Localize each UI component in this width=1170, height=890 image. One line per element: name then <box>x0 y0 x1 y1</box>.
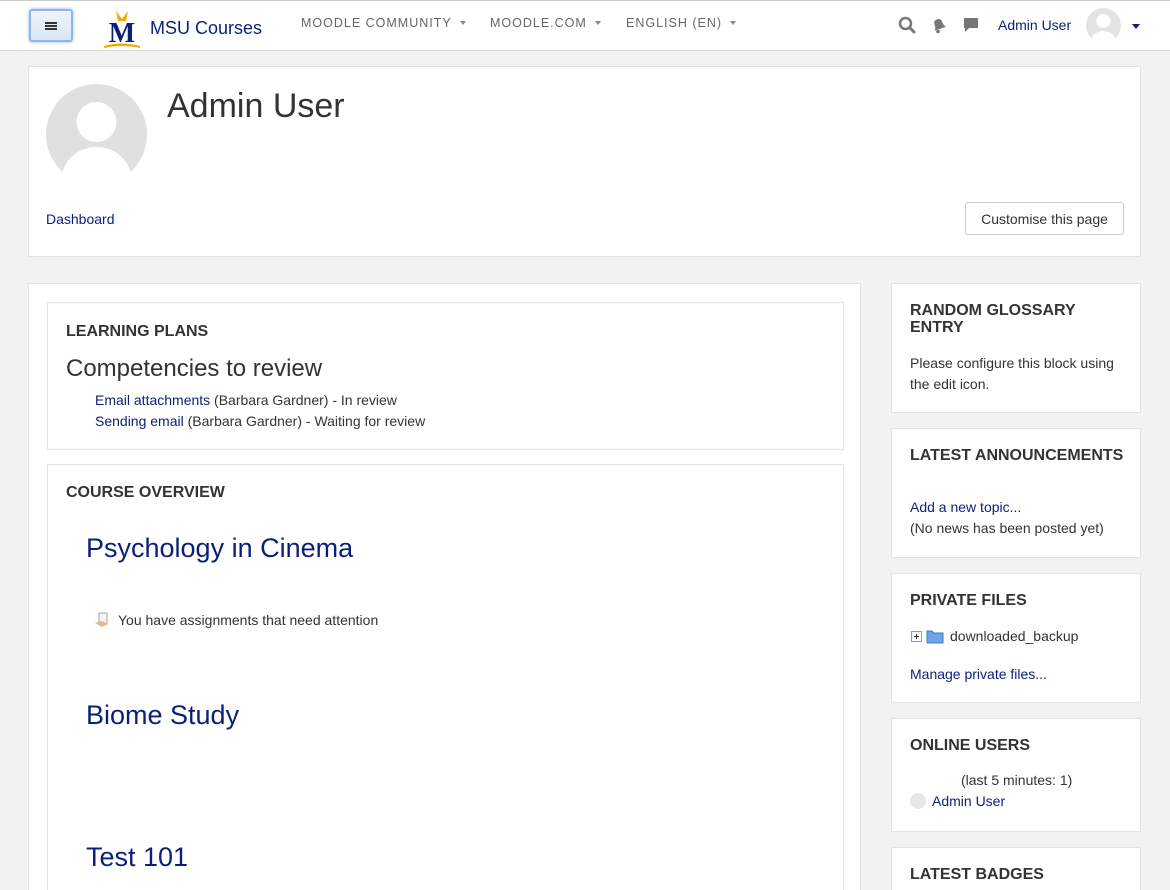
online-users-block: ONLINE USERS (last 5 minutes: 1) Admin U… <box>891 718 1141 832</box>
competencies-heading: Competencies to review <box>66 355 323 382</box>
customise-page-button[interactable]: Customise this page <box>965 202 1124 235</box>
menu-moodle-com-label: MOODLE.COM <box>490 16 587 30</box>
chevron-down-icon <box>459 21 466 25</box>
course-link[interactable]: Psychology in Cinema <box>86 533 353 564</box>
folder-expand-icon[interactable] <box>910 628 944 644</box>
user-avatar[interactable] <box>1086 8 1121 43</box>
menu-moodle-community[interactable]: MOODLE COMMUNITY <box>301 16 466 30</box>
no-news-text: (No news has been posted yet) <box>910 520 1104 536</box>
page-title: Admin User <box>167 87 345 125</box>
profile-avatar[interactable] <box>46 84 147 185</box>
nav-drawer-toggle-button[interactable] <box>29 9 73 42</box>
menu-moodle-community-label: MOODLE COMMUNITY <box>301 16 452 30</box>
messages-icon[interactable] <box>962 16 980 34</box>
course-link[interactable]: Biome Study <box>86 700 239 731</box>
chevron-down-icon <box>730 21 737 25</box>
user-menu-name[interactable]: Admin User <box>998 17 1071 33</box>
user-avatar <box>910 793 926 809</box>
default-avatar-icon <box>61 102 132 185</box>
nav-icon-group <box>898 16 980 34</box>
menu-language[interactable]: ENGLISH (EN) <box>626 16 737 30</box>
default-avatar-icon <box>1091 14 1116 43</box>
folder-name: downloaded_backup <box>950 628 1079 644</box>
main-region: LEARNING PLANS Competencies to review Em… <box>28 283 861 890</box>
menu-language-label: ENGLISH (EN) <box>626 16 723 30</box>
chevron-down-icon[interactable] <box>1132 24 1140 29</box>
competency-link[interactable]: Sending email <box>95 413 184 429</box>
assignment-icon[interactable] <box>94 611 112 629</box>
learning-plans-block: LEARNING PLANS Competencies to review Em… <box>47 302 844 450</box>
search-icon[interactable] <box>898 16 916 34</box>
online-user-link[interactable]: Admin User <box>932 793 1005 809</box>
msu-logo[interactable]: M <box>100 9 144 49</box>
competency-list: Email attachments (Barbara Gardner) - In… <box>95 390 425 432</box>
list-item: Email attachments (Barbara Gardner) - In… <box>95 390 425 411</box>
random-glossary-block: RANDOM GLOSSARY ENTRY Please configure t… <box>891 283 1141 413</box>
navbar: M MSU Courses MOODLE COMMUNITY MOODLE.CO… <box>0 0 1170 51</box>
site-name-link[interactable]: MSU Courses <box>150 18 262 39</box>
competency-link[interactable]: Email attachments <box>95 392 210 408</box>
list-item: Sending email (Barbara Gardner) - Waitin… <box>95 411 425 432</box>
block-title: ONLINE USERS <box>910 737 1031 754</box>
manage-private-files-link[interactable]: Manage private files... <box>910 664 1047 685</box>
competency-status: (Barbara Gardner) - In review <box>210 392 397 408</box>
course-overview-block: COURSE OVERVIEW Psychology in Cinema You… <box>47 464 844 890</box>
block-title: LATEST BADGES <box>910 866 1044 883</box>
private-files-block: PRIVATE FILES downloaded_backup Manage p… <box>891 573 1141 703</box>
block-title: COURSE OVERVIEW <box>66 484 225 501</box>
block-title: PRIVATE FILES <box>910 592 1027 609</box>
online-period-text: (last 5 minutes: 1) <box>961 772 1073 788</box>
folder-row[interactable]: downloaded_backup <box>910 628 1078 644</box>
menu-icon <box>45 21 57 30</box>
add-topic-link[interactable]: Add a new topic... <box>910 497 1021 518</box>
competency-status: (Barbara Gardner) - Waiting for review <box>183 413 426 429</box>
course-link[interactable]: Test 101 <box>86 842 188 873</box>
menu-moodle-com[interactable]: MOODLE.COM <box>490 16 601 30</box>
assignment-notice-text: You have assignments that need attention <box>118 612 379 628</box>
chevron-down-icon <box>594 21 601 25</box>
latest-announcements-block: LATEST ANNOUNCEMENTS Add a new topic... … <box>891 428 1141 558</box>
breadcrumb-dashboard[interactable]: Dashboard <box>46 211 115 227</box>
notification-bell-icon[interactable] <box>930 16 948 34</box>
latest-badges-block: LATEST BADGES <box>891 847 1141 890</box>
online-user-row[interactable]: Admin User <box>910 793 1005 809</box>
page-header: Admin User Dashboard Customise this page <box>28 66 1141 257</box>
block-title: LEARNING PLANS <box>66 323 209 340</box>
glossary-text: Please configure this block using the ed… <box>910 355 1114 392</box>
assignment-notice: You have assignments that need attention <box>94 611 378 629</box>
block-title: RANDOM GLOSSARY ENTRY <box>910 302 1076 336</box>
block-title: LATEST ANNOUNCEMENTS <box>910 447 1124 464</box>
